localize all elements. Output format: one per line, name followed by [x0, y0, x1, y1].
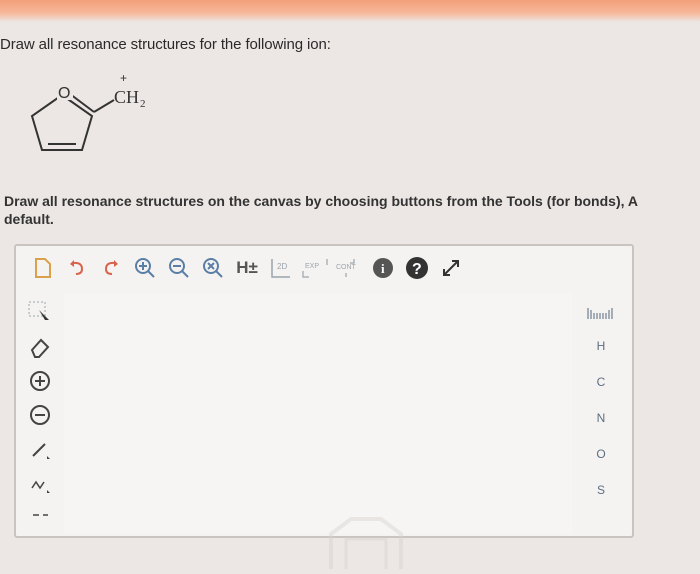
atom-palette: H C N O S: [574, 298, 628, 534]
eraser-icon: [30, 338, 50, 358]
info-label: i: [381, 261, 385, 276]
molecule-structure: O + CH 2: [30, 71, 146, 151]
contract-icon: CONT: [336, 259, 357, 277]
help-button[interactable]: ?: [400, 251, 434, 285]
zoom-out-button[interactable]: [162, 251, 196, 285]
more-tools-tool[interactable]: [20, 500, 60, 534]
exp-label: EXP: [305, 263, 319, 270]
info-icon: i: [373, 258, 393, 278]
lasso-select-icon: [28, 301, 49, 325]
instruction-line-1: Draw all resonance structures on the can…: [4, 193, 638, 209]
drawing-editor: H± 2D EXP CONT i ? H C N O S: [14, 244, 634, 569]
top-banner: [0, 0, 700, 22]
template-watermark-icon: [329, 517, 403, 569]
undo-icon: [70, 260, 84, 275]
arrow-icon: [33, 514, 48, 516]
plus-charge-icon: [30, 371, 50, 391]
editor-toolbar: H± 2D EXP CONT i ?: [16, 246, 632, 290]
atom-n-button[interactable]: N: [581, 400, 621, 436]
cont-label: CONT: [336, 264, 357, 271]
zoom-out-icon: [169, 258, 189, 278]
atom-s-button[interactable]: S: [581, 472, 621, 508]
zoom-reset-button[interactable]: [196, 251, 230, 285]
hydrogen-toggle-button[interactable]: H±: [230, 251, 264, 285]
new-document-button[interactable]: [26, 251, 60, 285]
help-icon: ?: [406, 257, 428, 279]
single-bond-icon: [32, 443, 50, 459]
minus-charge-icon: [30, 405, 50, 425]
periodic-table-button[interactable]: [581, 298, 621, 328]
info-button[interactable]: i: [366, 251, 400, 285]
two-d-icon: 2D: [271, 259, 290, 278]
drawing-canvas[interactable]: [64, 294, 572, 569]
expand-icon: EXP: [302, 259, 328, 278]
two-d-label: 2D: [277, 262, 287, 271]
redo-button[interactable]: [94, 251, 128, 285]
atom-c-button[interactable]: C: [581, 364, 621, 400]
contract-button[interactable]: CONT: [332, 251, 366, 285]
fullscreen-icon: [443, 260, 459, 276]
zoom-in-icon: [135, 258, 155, 278]
charge-label: +: [120, 71, 127, 85]
positive-charge-tool[interactable]: [20, 364, 60, 398]
redo-icon: [104, 260, 118, 275]
fullscreen-button[interactable]: [434, 251, 468, 285]
zoom-reset-icon: [203, 258, 223, 278]
expand-button[interactable]: EXP: [298, 251, 332, 285]
negative-charge-tool[interactable]: [20, 398, 60, 432]
chain-tool[interactable]: [20, 466, 60, 500]
help-label: ?: [412, 261, 422, 278]
two-d-clean-button[interactable]: 2D: [264, 251, 298, 285]
ring-oxygen-label: O: [58, 85, 70, 102]
ch2-link-bond: [93, 99, 115, 113]
selection-tool[interactable]: [20, 296, 60, 330]
ch2-subscript: 2: [140, 98, 146, 110]
instruction-text: Draw all resonance structures on the can…: [4, 192, 700, 228]
question-prompt: Draw all resonance structures for the fo…: [0, 36, 331, 53]
periodic-table-icon: [587, 308, 613, 319]
atom-h-button[interactable]: H: [581, 328, 621, 364]
atom-o-button[interactable]: O: [581, 436, 621, 472]
zoom-in-button[interactable]: [128, 251, 162, 285]
single-bond-tool[interactable]: [20, 432, 60, 466]
instruction-line-2: default.: [4, 211, 54, 227]
chain-icon: [31, 480, 50, 493]
undo-button[interactable]: [60, 251, 94, 285]
ch2-label: CH: [114, 87, 139, 107]
document-icon: [35, 258, 51, 278]
eraser-tool[interactable]: [20, 330, 60, 364]
left-toolbar: [20, 296, 60, 536]
